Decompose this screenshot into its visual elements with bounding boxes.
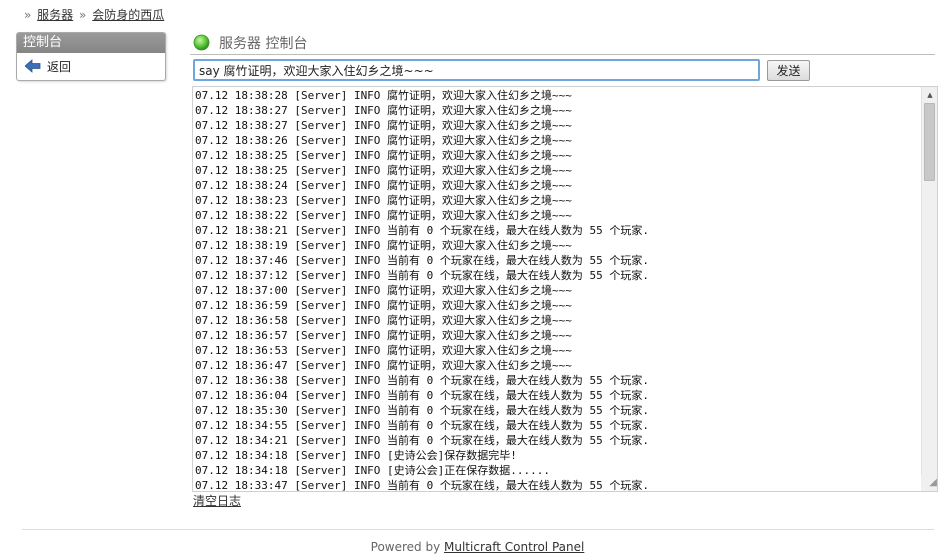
log-line: 07.12 18:35:30 [Server] INFO 当前有 0 个玩家在线… (195, 404, 650, 417)
sidebar-title: 控制台 (17, 33, 165, 53)
server-status-icon (193, 34, 210, 51)
log-line: 07.12 18:37:12 [Server] INFO 当前有 0 个玩家在线… (195, 269, 650, 282)
footer-link[interactable]: Multicraft Control Panel (444, 540, 584, 554)
command-input[interactable] (193, 59, 760, 81)
log-line: 07.12 18:38:28 [Server] INFO 腐竹证明，欢迎大家入住… (195, 89, 572, 102)
footer: Powered by Multicraft Control Panel (0, 540, 941, 554)
sidebar-item-back[interactable]: 返回 (17, 53, 165, 79)
log-line: 07.12 18:38:21 [Server] INFO 当前有 0 个玩家在线… (195, 224, 650, 237)
log-line: 07.12 18:38:22 [Server] INFO 腐竹证明，欢迎大家入住… (195, 209, 572, 222)
breadcrumb: » 服务器 » 会防身的西瓜 (22, 6, 164, 23)
back-arrow-icon (24, 59, 41, 73)
console-log-lines: 07.12 18:38:28 [Server] INFO 腐竹证明，欢迎大家入住… (195, 88, 650, 492)
log-line: 07.12 18:37:46 [Server] INFO 当前有 0 个玩家在线… (195, 254, 650, 267)
breadcrumb-separator: » (79, 8, 87, 22)
console-header: 服务器 控制台 (190, 31, 935, 55)
log-line: 07.12 18:36:47 [Server] INFO 腐竹证明，欢迎大家入住… (195, 359, 572, 372)
page-title: 服务器 控制台 (219, 35, 308, 52)
log-line: 07.12 18:36:59 [Server] INFO 腐竹证明，欢迎大家入住… (195, 299, 572, 312)
sidebar-item-back-label: 返回 (47, 59, 72, 74)
scroll-thumb[interactable] (924, 103, 935, 181)
log-scrollbar[interactable]: ▲ (921, 87, 937, 491)
log-line: 07.12 18:36:53 [Server] INFO 腐竹证明，欢迎大家入住… (195, 344, 572, 357)
breadcrumb-separator: » (24, 8, 32, 22)
log-line: 07.12 18:34:18 [Server] INFO [史诗公会]正在保存数… (195, 464, 551, 477)
scroll-up-arrow-icon[interactable]: ▲ (922, 87, 937, 103)
log-line: 07.12 18:38:23 [Server] INFO 腐竹证明，欢迎大家入住… (195, 194, 572, 207)
log-line: 07.12 18:38:26 [Server] INFO 腐竹证明，欢迎大家入住… (195, 134, 572, 147)
log-line: 07.12 18:38:25 [Server] INFO 腐竹证明，欢迎大家入住… (195, 164, 572, 177)
footer-divider (22, 529, 934, 530)
send-button[interactable]: 发送 (767, 60, 810, 81)
breadcrumb-server-name-link[interactable]: 会防身的西瓜 (92, 8, 164, 22)
log-line: 07.12 18:34:18 [Server] INFO [史诗公会]保存数据完… (195, 449, 517, 462)
log-line: 07.12 18:36:38 [Server] INFO 当前有 0 个玩家在线… (195, 374, 650, 387)
log-line: 07.12 18:37:00 [Server] INFO 腐竹证明，欢迎大家入住… (195, 284, 572, 297)
log-line: 07.12 18:38:24 [Server] INFO 腐竹证明，欢迎大家入住… (195, 179, 572, 192)
log-line: 07.12 18:36:04 [Server] INFO 当前有 0 个玩家在线… (195, 389, 650, 402)
log-line: 07.12 18:38:27 [Server] INFO 腐竹证明，欢迎大家入住… (195, 104, 572, 117)
log-line: 07.12 18:38:27 [Server] INFO 腐竹证明，欢迎大家入住… (195, 119, 572, 132)
resize-grip-icon[interactable]: ◢ (921, 475, 937, 491)
log-line: 07.12 18:36:58 [Server] INFO 腐竹证明，欢迎大家入住… (195, 314, 572, 327)
console-log[interactable]: 07.12 18:38:28 [Server] INFO 腐竹证明，欢迎大家入住… (192, 86, 938, 492)
footer-prefix: Powered by (370, 540, 445, 554)
sidebar-menu: 控制台 返回 (16, 32, 166, 81)
breadcrumb-servers-link[interactable]: 服务器 (37, 8, 73, 22)
log-line: 07.12 18:34:21 [Server] INFO 当前有 0 个玩家在线… (195, 434, 650, 447)
clear-log-link[interactable]: 清空日志 (193, 492, 241, 509)
log-line: 07.12 18:33:47 [Server] INFO 当前有 0 个玩家在线… (195, 479, 650, 492)
log-line: 07.12 18:38:25 [Server] INFO 腐竹证明，欢迎大家入住… (195, 149, 572, 162)
log-line: 07.12 18:36:57 [Server] INFO 腐竹证明，欢迎大家入住… (195, 329, 572, 342)
log-line: 07.12 18:34:55 [Server] INFO 当前有 0 个玩家在线… (195, 419, 650, 432)
log-line: 07.12 18:38:19 [Server] INFO 腐竹证明，欢迎大家入住… (195, 239, 572, 252)
